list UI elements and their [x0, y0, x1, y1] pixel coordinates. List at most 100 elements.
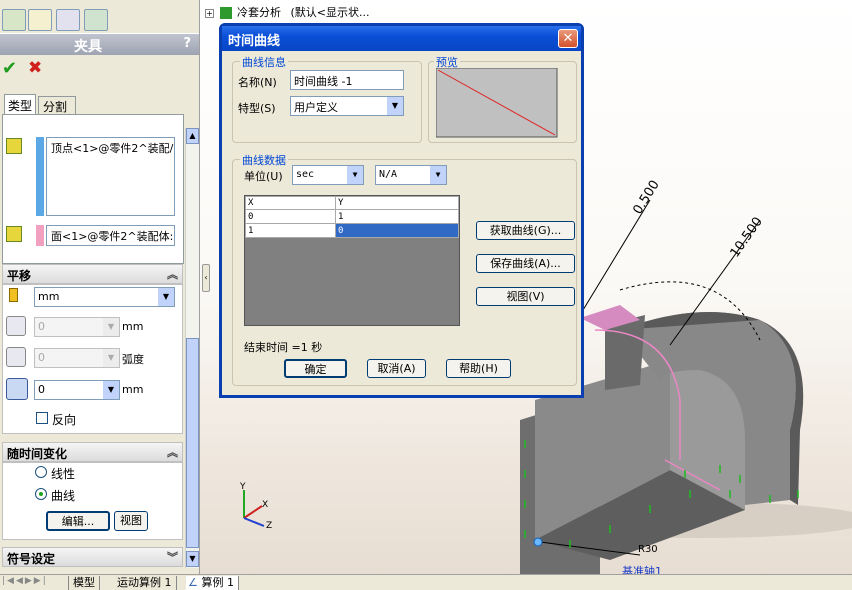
translate-z-value: 0	[38, 383, 45, 396]
table-cell[interactable]: 1	[245, 223, 336, 238]
ok-check-icon[interactable]: ✔	[2, 58, 17, 79]
curve-radio[interactable]	[35, 488, 47, 500]
table-cell-selected[interactable]: 0	[335, 223, 459, 238]
view-button[interactable]: 视图(V)	[476, 287, 575, 306]
curve-label: 曲线	[51, 489, 76, 503]
name-label: 名称(N)	[238, 76, 277, 89]
unit-label: 单位(U)	[244, 170, 283, 183]
face-select-icon	[6, 226, 22, 242]
scroll-down-arrow-icon[interactable]: ▼	[186, 551, 199, 567]
cancel-button[interactable]: 取消(A)	[367, 359, 426, 378]
linear-radio[interactable]	[35, 466, 47, 478]
selection-color-bar-2	[36, 225, 44, 246]
unit-select[interactable]: sec ▼	[292, 165, 364, 185]
unit-select-value: sec	[296, 169, 315, 180]
axis-z-label: Z	[266, 521, 273, 531]
curve-data-table[interactable]: X Y 0 1 1 0	[245, 196, 459, 238]
dropdown-arrow-icon[interactable]: ▼	[347, 166, 363, 184]
symbol-settings-title: 符号设定	[7, 552, 56, 566]
name-input[interactable]: 时间曲线 -1	[290, 70, 404, 90]
selection-list-1[interactable]: 顶点<1>@零件2^装配/	[46, 137, 175, 216]
tab-nav-arrows-icon[interactable]: |◀◀▶▶|	[2, 576, 48, 586]
tab-study[interactable]: ∠ 算例 1	[186, 576, 239, 590]
collapse-icon[interactable]: ︽	[167, 266, 178, 282]
tab-motion-study[interactable]: 运动算例 1	[113, 576, 177, 590]
save-curve-button[interactable]: 保存曲线(A)...	[476, 254, 575, 273]
translate-x-input[interactable]: 0 ▼	[34, 317, 120, 337]
datum-axis-label[interactable]: 基准轴1	[622, 563, 662, 574]
vertex-select-icon	[6, 138, 22, 154]
dropdown-arrow-icon[interactable]: ▼	[387, 97, 403, 115]
bottom-tab-bar: |◀◀▶▶| 模型 运动算例 1 ∠ 算例 1	[0, 574, 852, 590]
linear-label: 线性	[51, 467, 76, 481]
study-tab-icon: ∠	[188, 576, 198, 589]
rotate-input[interactable]: 0 ▼	[34, 348, 120, 368]
unit-select[interactable]: mm ▼	[34, 287, 175, 307]
type-select[interactable]: 用户定义 ▼	[290, 96, 404, 116]
panel-title-bar: 夹具 ?	[0, 33, 199, 55]
curve-info-legend: 曲线信息	[240, 54, 288, 70]
property-manager: 夹具 ? ✔ ✖ 类型 分割 顶点<1>@零件2^装配/ 面<1>@零件2^装配…	[0, 0, 200, 574]
column-header-x: X	[245, 196, 336, 210]
panel-scrollbar[interactable]: ▲ ▼	[185, 128, 199, 568]
panel-splitter-handle[interactable]: ‹	[202, 264, 210, 292]
config-tab-icon[interactable]	[56, 9, 80, 31]
dropdown-arrow-icon[interactable]: ▼	[103, 381, 119, 399]
symbol-settings-header[interactable]: 符号设定 ︾	[2, 547, 183, 567]
help-icon[interactable]: ?	[183, 36, 191, 51]
feature-tree-tab-icon[interactable]	[2, 9, 26, 31]
unit-select-value: mm	[38, 290, 60, 303]
axis-y-label: Y	[240, 482, 246, 492]
translate-x-value: 0	[38, 320, 45, 333]
get-curve-button[interactable]: 获取曲线(G)...	[476, 221, 575, 240]
time-variation-header[interactable]: 随时间变化 ︽	[2, 442, 183, 462]
translate-z-input[interactable]: 0 ▼	[34, 380, 120, 400]
dropdown-arrow-icon[interactable]: ▼	[103, 318, 119, 336]
data-table-area[interactable]: X Y 0 1 1 0	[244, 195, 460, 326]
study-icon	[219, 7, 232, 19]
unit2-select[interactable]: N/A ▼	[375, 165, 447, 185]
dropdown-arrow-icon[interactable]: ▼	[103, 349, 119, 367]
selection-list-2[interactable]: 面<1>@零件2^装配体:	[46, 225, 175, 246]
selection-color-bar-1	[36, 137, 44, 216]
help-button[interactable]: 帮助(H)	[446, 359, 511, 378]
table-cell[interactable]: 1	[335, 209, 459, 224]
scroll-thumb[interactable]	[186, 338, 199, 548]
property-tab-icon[interactable]	[28, 9, 52, 31]
collapse-icon[interactable]: ︽	[167, 444, 178, 460]
table-row[interactable]: 1 0	[245, 223, 459, 238]
rotate-value: 0	[38, 351, 45, 364]
cancel-x-icon[interactable]: ✖	[28, 58, 42, 78]
table-row[interactable]: 0 1	[245, 209, 459, 224]
radius-label[interactable]: R30	[638, 544, 658, 555]
feature-tree-item[interactable]: + 冷套分析 (默认<显示状...	[205, 4, 370, 20]
rotate-unit: 弧度	[122, 353, 144, 366]
time-variation-title: 随时间变化	[7, 447, 68, 461]
dialog-title-bar[interactable]: 时间曲线	[222, 26, 581, 51]
dropdown-arrow-icon[interactable]: ▼	[158, 288, 174, 306]
type-select-value: 用户定义	[294, 101, 338, 114]
ok-button[interactable]: 确定	[284, 359, 347, 378]
scroll-up-arrow-icon[interactable]: ▲	[186, 128, 199, 144]
reverse-checkbox[interactable]	[36, 412, 48, 424]
expand-icon[interactable]: +	[205, 8, 214, 18]
translate-z-icon	[6, 378, 28, 400]
translation-header[interactable]: 平移 ︽	[2, 264, 183, 284]
edit-curve-button[interactable]: 编辑...	[46, 511, 110, 531]
tab-split[interactable]: 分割	[38, 96, 76, 114]
display-tab-icon[interactable]	[84, 9, 108, 31]
panel-title: 夹具	[74, 39, 102, 55]
dropdown-arrow-icon[interactable]: ▼	[430, 166, 446, 184]
view-curve-button[interactable]: 视图	[114, 511, 148, 531]
table-cell[interactable]: 0	[245, 209, 336, 224]
translate-x-unit: mm	[122, 320, 144, 333]
tab-type[interactable]: 类型	[4, 94, 36, 114]
expand-icon[interactable]: ︾	[167, 549, 178, 565]
tab-model[interactable]: 模型	[68, 576, 100, 590]
type-label: 特型(S)	[238, 102, 276, 115]
column-header-y: Y	[335, 196, 459, 210]
axis-x-label: X	[262, 500, 269, 510]
close-icon[interactable]: ✕	[558, 29, 578, 48]
tree-item-label: 冷套分析	[237, 6, 281, 19]
study-tab-label: 算例 1	[201, 576, 235, 589]
